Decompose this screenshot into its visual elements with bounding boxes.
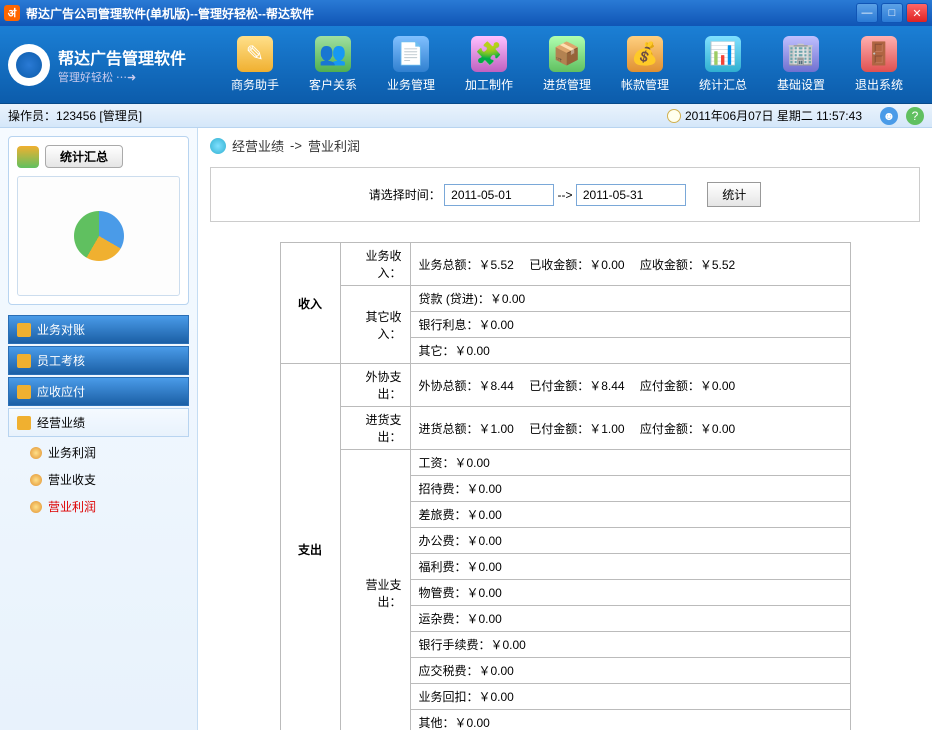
bullet-icon — [30, 501, 42, 513]
biz-income-val: 业务总额：￥5.52 已收金额：￥0.00 应收金额：￥5.52 — [410, 243, 850, 286]
stats-badge-icon — [17, 146, 39, 168]
tb-purchase[interactable]: 📦进货管理 — [528, 36, 606, 93]
brand-name: 帮达广告管理软件 — [58, 45, 186, 69]
sub-biz-profit[interactable]: 业务利润 — [8, 439, 189, 466]
welfare-val: 福利费：￥0.00 — [410, 554, 850, 580]
menu-performance[interactable]: 经营业绩 — [8, 408, 189, 437]
tb-exit[interactable]: 🚪退出系统 — [840, 36, 918, 93]
office-val: 办公费：￥0.00 — [410, 528, 850, 554]
breadcrumb-icon — [210, 138, 226, 154]
operator-label: 操作员： — [8, 109, 56, 123]
purchase-icon: 📦 — [549, 36, 585, 72]
gear-icon — [8, 44, 50, 86]
date-from-input[interactable] — [444, 184, 554, 206]
biz-expense-label: 营业支出： — [340, 450, 410, 730]
doc-icon — [17, 416, 31, 430]
tb-customer[interactable]: 👥客户关系 — [294, 36, 372, 93]
outsource-label: 外协支出： — [340, 364, 410, 407]
breadcrumb: 经营业绩 -> 营业利润 — [210, 136, 920, 155]
tb-process[interactable]: 🧩加工制作 — [450, 36, 528, 93]
sidebar-title: 统计汇总 — [45, 145, 123, 168]
sub-operating-profit[interactable]: 营业利润 — [8, 493, 189, 520]
business-icon: 📄 — [393, 36, 429, 72]
filter-box: 请选择时间： --> 统计 — [210, 167, 920, 222]
table-row: 进货支出： 进货总额：￥1.00 已付金额：￥1.00 应付金额：￥0.00 — [280, 407, 850, 450]
travel-val: 差旅费：￥0.00 — [410, 502, 850, 528]
stat-button[interactable]: 统计 — [707, 182, 761, 207]
arrow-label: --> — [558, 188, 573, 202]
profit-table: 收入 业务收入： 业务总额：￥5.52 已收金额：￥0.00 应收金额：￥5.5… — [280, 242, 851, 730]
bullet-icon — [30, 447, 42, 459]
table-row: 营业支出： 工资：￥0.00 — [280, 450, 850, 476]
statusbar: 操作员：123456 [管理员] 2011年06月07日 星期二 11:57:4… — [0, 104, 932, 128]
customer-icon: 👥 — [315, 36, 351, 72]
brand: 帮达广告管理软件 管理好轻松 ⋯➜ — [8, 44, 186, 86]
tax-val: 应交税费：￥0.00 — [410, 658, 850, 684]
window-title: 帮达广告公司管理软件(单机版)--管理好轻松--帮达软件 — [26, 5, 856, 22]
table-row: 其它收入： 贷款 (贷进)：￥0.00 — [280, 286, 850, 312]
tb-business[interactable]: 📄业务管理 — [372, 36, 450, 93]
support-icon[interactable]: ☻ — [880, 107, 898, 125]
biz-income-label: 业务收入： — [340, 243, 410, 286]
menu-biz-recon[interactable]: 业务对账 — [8, 315, 189, 344]
freight-val: 运杂费：￥0.00 — [410, 606, 850, 632]
property-val: 物管费：￥0.00 — [410, 580, 850, 606]
sidebar-image — [17, 176, 180, 296]
other-out-val: 其他：￥0.00 — [410, 710, 850, 730]
menu-staff-assess[interactable]: 员工考核 — [8, 346, 189, 375]
entertain-val: 招待费：￥0.00 — [410, 476, 850, 502]
other-in-val: 其它：￥0.00 — [410, 338, 850, 364]
doc-icon — [17, 385, 31, 399]
sidebar: 统计汇总 业务对账 员工考核 应收应付 经营业绩 业务利润 营业收支 营业利润 — [0, 128, 198, 730]
account-icon: 💰 — [627, 36, 663, 72]
menu-ar-ap[interactable]: 应收应付 — [8, 377, 189, 406]
rss-icon: ॳ — [4, 5, 20, 21]
tb-stats[interactable]: 📊统计汇总 — [684, 36, 762, 93]
assistant-icon: ✎ — [237, 36, 273, 72]
expense-cat: 支出 — [280, 364, 340, 730]
time-label: 请选择时间： — [369, 188, 441, 202]
wage-val: 工资：￥0.00 — [410, 450, 850, 476]
sub-income-expense[interactable]: 营业收支 — [8, 466, 189, 493]
loan-val: 贷款 (贷进)：￥0.00 — [410, 286, 850, 312]
tb-settings[interactable]: 🏢基础设置 — [762, 36, 840, 93]
tb-assistant[interactable]: ✎商务助手 — [216, 36, 294, 93]
settings-icon: 🏢 — [783, 36, 819, 72]
table-row: 支出 外协支出： 外协总额：￥8.44 已付金额：￥8.44 应付金额：￥0.0… — [280, 364, 850, 407]
income-cat: 收入 — [280, 243, 340, 364]
purchase-val: 进货总额：￥1.00 已付金额：￥1.00 应付金额：￥0.00 — [410, 407, 850, 450]
bank-interest-val: 银行利息：￥0.00 — [410, 312, 850, 338]
process-icon: 🧩 — [471, 36, 507, 72]
doc-icon — [17, 323, 31, 337]
datetime: 2011年06月07日 星期二 11:57:43 — [685, 107, 862, 124]
rebate-val: 业务回扣：￥0.00 — [410, 684, 850, 710]
close-button[interactable]: ✕ — [906, 3, 928, 23]
date-to-input[interactable] — [576, 184, 686, 206]
tb-account[interactable]: 💰帐款管理 — [606, 36, 684, 93]
pie-icon — [74, 211, 124, 261]
bank-fee-val: 银行手续费：￥0.00 — [410, 632, 850, 658]
toolbar: 帮达广告管理软件 管理好轻松 ⋯➜ ✎商务助手 👥客户关系 📄业务管理 🧩加工制… — [0, 26, 932, 104]
table-row: 收入 业务收入： 业务总额：￥5.52 已收金额：￥0.00 应收金额：￥5.5… — [280, 243, 850, 286]
stats-icon: 📊 — [705, 36, 741, 72]
clock-icon — [667, 109, 681, 123]
purchase-label: 进货支出： — [340, 407, 410, 450]
maximize-button[interactable]: □ — [881, 3, 903, 23]
outsource-val: 外协总额：￥8.44 已付金额：￥8.44 应付金额：￥0.00 — [410, 364, 850, 407]
brand-slogan: 管理好轻松 — [58, 72, 113, 84]
exit-icon: 🚪 — [861, 36, 897, 72]
other-income-label: 其它收入： — [340, 286, 410, 364]
help-icon[interactable]: ? — [906, 107, 924, 125]
doc-icon — [17, 354, 31, 368]
titlebar: ॳ 帮达广告公司管理软件(单机版)--管理好轻松--帮达软件 — □ ✕ — [0, 0, 932, 26]
content: 经营业绩 -> 营业利润 请选择时间： --> 统计 收入 业务收入： 业务总额… — [198, 128, 932, 730]
minimize-button[interactable]: — — [856, 3, 878, 23]
operator-value: 123456 [管理员] — [56, 109, 142, 123]
bullet-icon — [30, 474, 42, 486]
